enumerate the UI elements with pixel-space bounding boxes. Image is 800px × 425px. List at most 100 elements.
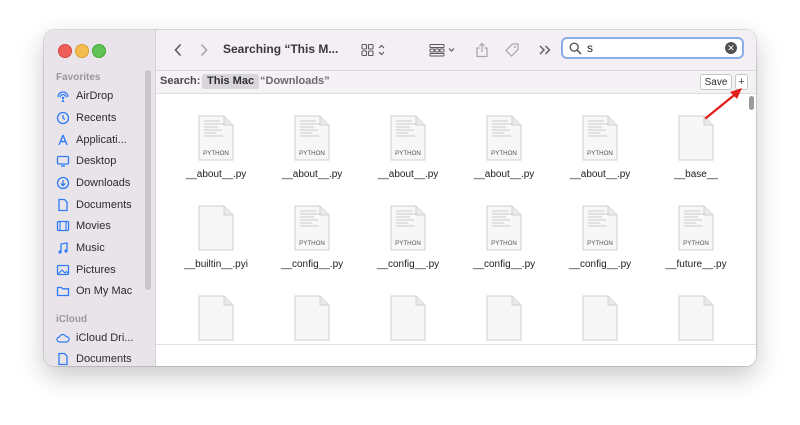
film-icon [56,219,70,233]
file-type-badge: PYTHON [299,240,325,247]
sidebar-section-favorites: Favorites [56,72,101,83]
folder-icon [56,284,70,298]
share-button[interactable] [474,40,490,60]
document-icon [486,295,522,341]
file-name: __about__.py [569,169,631,180]
document-icon [56,198,70,212]
sidebar-item-label: Desktop [76,155,117,167]
sidebar-item-label: Pictures [76,264,116,276]
file-type-badge: PYTHON [587,240,613,247]
minimize-window-button[interactable] [75,44,89,58]
scope-downloads-button[interactable]: “Downloads” [260,75,330,87]
download-icon [56,176,70,190]
search-field[interactable]: ✕ [561,37,744,59]
sidebar-scrollbar[interactable] [145,70,151,290]
python-file-icon: PYTHON [198,115,234,161]
file-type-badge: PYTHON [491,150,517,157]
search-input[interactable] [587,41,717,55]
sidebar-item-applications[interactable]: Applicati... [56,130,152,150]
sidebar-item-music[interactable]: Music [56,238,152,258]
python-file-icon: PYTHON [582,205,618,251]
double-chevron-right-icon [539,45,551,55]
close-window-button[interactable] [58,44,72,58]
share-icon [476,42,488,58]
status-divider [156,344,756,345]
file-name: __about__.py [377,169,439,180]
sidebar-item-pictures[interactable]: Pictures [56,260,152,280]
sidebar-section-icloud: iCloud [56,314,88,325]
file-name: __about__.py [281,169,343,180]
python-file-icon: PYTHON [294,115,330,161]
content-scrollbar[interactable] [749,96,754,110]
sidebar: Favorites AirDrop Recents Applicati... D… [44,30,156,366]
document-icon [198,295,234,341]
file-name: __config__.py [568,259,632,270]
sidebar-item-label: AirDrop [76,90,114,102]
python-file-icon: PYTHON [582,115,618,161]
file-name: __config__.py [472,259,536,270]
sidebar-item-label: Documents [76,353,132,365]
chevron-left-icon [174,43,182,57]
document-icon [56,352,70,366]
python-file-icon: PYTHON [294,205,330,251]
sidebar-item-airdrop[interactable]: AirDrop [56,86,152,106]
picture-icon [56,263,70,277]
file-name: __config__.py [280,259,344,270]
sidebar-item-label: Downloads [76,177,131,189]
file-name: __config__.py [376,259,440,270]
file-name: __future__.py [665,259,727,270]
scope-label: Search: [160,75,201,87]
scope-this-mac-button[interactable]: This Mac [202,74,260,89]
window-title: Searching “This M... [223,42,339,56]
sidebar-item-label: Music [76,242,105,254]
grid-view-icon [361,43,385,57]
python-file-icon: PYTHON [390,205,426,251]
tag-icon [505,43,519,57]
sidebar-item-icloud-drive[interactable]: iCloud Dri... [56,328,152,348]
group-icon [429,44,455,57]
toolbar: Searching “This M... s ✕ [156,30,756,71]
zoom-window-button[interactable] [92,44,106,58]
sidebar-item-label: iCloud Dri... [76,332,134,344]
sidebar-item-label: On My Mac [76,285,133,297]
file-grid: PYTHON __about__.py PYTHON __about__.py PYTH… [156,94,756,366]
view-mode-button[interactable] [360,40,390,60]
tag-button[interactable] [502,40,522,60]
sidebar-item-icloud-documents[interactable]: Documents [56,349,152,366]
cloud-icon [56,331,70,345]
document-icon [582,295,618,341]
sidebar-item-label: Movies [76,220,111,232]
sidebar-item-documents[interactable]: Documents [56,195,152,215]
python-file-icon: PYTHON [390,115,426,161]
sidebar-item-downloads[interactable]: Downloads [56,173,152,193]
music-icon [56,241,70,255]
document-icon [390,295,426,341]
file-type-badge: PYTHON [395,240,421,247]
back-button[interactable] [170,40,186,60]
annotation-arrow-icon [704,88,742,120]
clear-search-icon[interactable]: ✕ [725,42,737,54]
file-type-badge: PYTHON [299,150,325,157]
python-file-icon: PYTHON [678,205,714,251]
sidebar-item-desktop[interactable]: Desktop [56,151,152,171]
group-by-button[interactable] [428,40,460,60]
more-toolbar-button[interactable] [537,40,553,60]
file-name: __builtin__.pyi [184,259,248,270]
clock-icon [56,111,70,125]
search-icon [569,42,582,55]
file-name: __about__.py [473,169,535,180]
sidebar-item-movies[interactable]: Movies [56,216,152,236]
desktop-icon [56,154,70,168]
python-file-icon: PYTHON [486,115,522,161]
applications-icon [56,133,70,147]
sidebar-item-on-my-mac[interactable]: On My Mac [56,281,152,301]
document-icon [678,295,714,341]
search-scope-bar: Search: This Mac “Downloads” Save + [156,71,756,94]
python-file-icon: PYTHON [486,205,522,251]
file-type-badge: PYTHON [203,150,229,157]
sidebar-item-label: Documents [76,199,132,211]
sidebar-item-label: Recents [76,112,117,124]
airdrop-icon [56,89,70,103]
forward-button[interactable] [196,40,212,60]
sidebar-item-recents[interactable]: Recents [56,108,152,128]
